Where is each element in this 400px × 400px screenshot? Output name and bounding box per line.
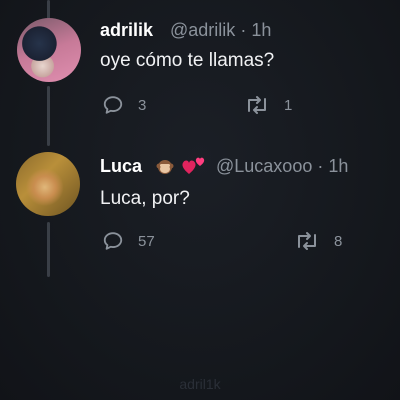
separator-dot: · <box>317 156 324 176</box>
hearts-emoji-icon <box>180 154 208 181</box>
retweet-icon <box>244 94 270 116</box>
tweet-text: oye cómo te llamas? <box>100 50 275 71</box>
user-handle[interactable]: @adrilik <box>170 20 235 40</box>
handle-line: @Lucaxooo · 1h <box>216 156 348 177</box>
watermark: adril1k <box>179 376 221 392</box>
reply-icon <box>102 230 124 252</box>
display-name[interactable]: adrilik <box>100 20 153 41</box>
reply-icon <box>102 94 124 116</box>
retweet-button[interactable]: 1 <box>244 94 292 116</box>
handle-line: @adrilik · 1h <box>170 20 271 41</box>
retweet-icon <box>294 230 320 252</box>
thread-line <box>47 222 50 277</box>
separator-dot: · <box>240 20 247 40</box>
reply-count: 57 <box>138 232 155 250</box>
screen: adrilik @adrilik · 1h oye cómo te llamas… <box>0 0 400 400</box>
reply-button[interactable]: 3 <box>102 94 146 116</box>
reply-count: 3 <box>138 96 147 114</box>
retweet-button[interactable]: 8 <box>294 230 342 252</box>
thread-line <box>47 86 50 146</box>
user-handle[interactable]: @Lucaxooo <box>216 156 312 176</box>
reply-button[interactable]: 57 <box>102 230 155 252</box>
tweet-text: Luca, por? <box>100 188 190 209</box>
display-name[interactable]: Luca <box>100 156 142 177</box>
retweet-count: 8 <box>334 232 343 250</box>
timestamp[interactable]: 1h <box>328 156 348 176</box>
retweet-count: 1 <box>284 96 293 114</box>
avatar[interactable] <box>17 18 81 82</box>
monkey-emoji-icon <box>155 157 175 180</box>
avatar[interactable] <box>16 152 80 216</box>
timestamp[interactable]: 1h <box>251 20 271 40</box>
